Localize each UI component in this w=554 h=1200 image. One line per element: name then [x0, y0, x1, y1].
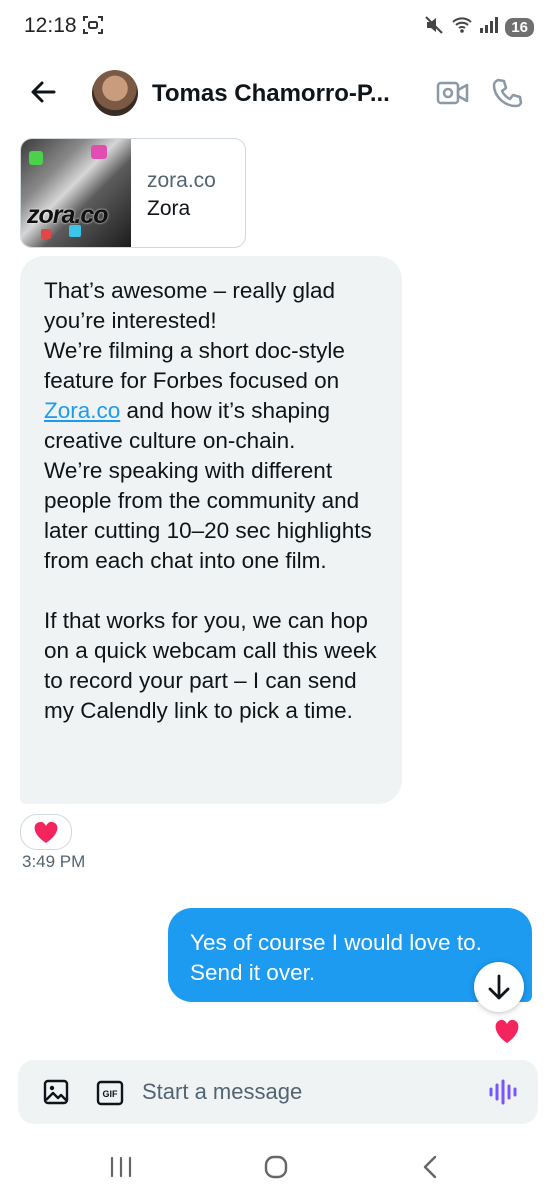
thumbnail-decoration — [41, 229, 51, 239]
image-icon — [43, 1079, 69, 1105]
system-back-button[interactable] — [420, 1154, 440, 1180]
reaction-heart[interactable] — [490, 1014, 524, 1048]
message-link[interactable]: Zora.co — [44, 398, 120, 423]
battery-indicator: 16 — [505, 18, 534, 37]
gif-label: GIF — [103, 1089, 119, 1099]
status-time: 12:18 — [24, 14, 77, 37]
gif-button[interactable]: GIF — [96, 1080, 124, 1106]
back-arrow-icon — [31, 81, 56, 103]
message-text-segment: That’s awesome – really glad you’re inte… — [44, 278, 345, 393]
video-camera-icon — [436, 81, 469, 105]
add-media-button[interactable] — [42, 1078, 70, 1106]
link-preview-card[interactable]: zora.co zora.co Zora — [20, 138, 246, 248]
chevron-left-icon — [423, 1155, 437, 1179]
signal-icon — [479, 16, 499, 39]
link-preview-thumbnail: zora.co — [21, 139, 131, 247]
contact-name[interactable]: Tomas Chamorro-P... — [152, 80, 390, 108]
link-preview-title: Zora — [147, 197, 191, 220]
message-input[interactable] — [142, 1074, 472, 1110]
thumbnail-decoration — [29, 151, 43, 165]
arrow-down-icon — [488, 974, 510, 1000]
mute-icon — [423, 14, 445, 41]
reaction-heart-badge[interactable] — [20, 814, 72, 850]
message-text-segment: and how it’s shaping creative culture on… — [44, 398, 377, 723]
sent-message-text: Yes of course I would love to. Send it o… — [190, 930, 482, 985]
heart-icon — [34, 821, 58, 843]
avatar[interactable] — [92, 70, 138, 116]
audio-wave-icon — [489, 1079, 517, 1105]
status-icons: 16 — [423, 14, 534, 41]
link-preview-domain: zora.co — [147, 169, 216, 192]
system-nav-bar — [0, 1128, 554, 1200]
received-message-text: That’s awesome – really glad you’re inte… — [44, 276, 384, 726]
voice-call-button[interactable] — [490, 76, 524, 110]
scroll-to-bottom-button[interactable] — [474, 962, 524, 1012]
home-icon — [264, 1155, 288, 1179]
gif-icon: GIF — [96, 1080, 124, 1106]
phone-icon — [492, 78, 523, 108]
back-button[interactable] — [26, 74, 62, 110]
thumbnail-decoration — [91, 145, 107, 159]
message-timestamp: 3:49 PM — [22, 852, 86, 871]
thumbnail-logo-text: zora.co — [27, 201, 109, 229]
wifi-icon — [451, 15, 473, 40]
video-call-button[interactable] — [436, 78, 470, 108]
message-composer: GIF — [18, 1060, 538, 1124]
conversation-header: Tomas Chamorro-P... — [0, 58, 554, 128]
recents-icon — [110, 1156, 132, 1178]
heart-icon — [495, 1019, 519, 1043]
screenshot-icon — [82, 14, 104, 41]
recents-button[interactable] — [108, 1156, 134, 1178]
status-bar: 12:18 16 — [0, 0, 554, 54]
received-message-bubble[interactable]: That’s awesome – really glad you’re inte… — [20, 256, 402, 804]
voice-message-button[interactable] — [488, 1078, 518, 1106]
home-button[interactable] — [262, 1154, 290, 1180]
